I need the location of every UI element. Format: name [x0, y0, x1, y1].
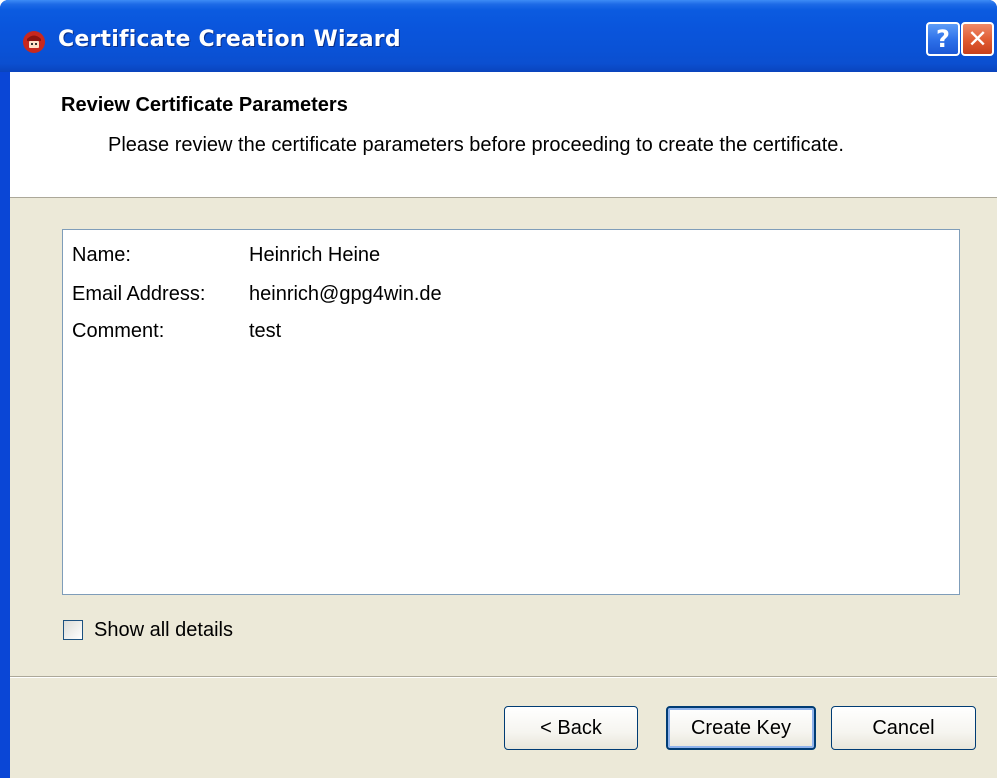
show-all-details-label[interactable]: Show all details	[94, 619, 233, 642]
page-subtitle: Please review the certificate parameters…	[108, 134, 844, 156]
show-all-details-row[interactable]: Show all details	[63, 618, 233, 642]
wizard-window: Certificate Creation Wizard ? ✕ Review C…	[0, 0, 997, 778]
cancel-button[interactable]: Cancel	[831, 706, 976, 750]
close-button[interactable]: ✕	[961, 22, 994, 56]
parameter-label: Email Address:	[72, 283, 206, 305]
parameter-label: Name:	[72, 244, 131, 266]
wizard-header: Review Certificate Parameters Please rev…	[10, 72, 997, 198]
create-key-button[interactable]: Create Key	[666, 706, 816, 750]
back-button[interactable]: < Back	[504, 706, 638, 750]
wizard-client-area: Review Certificate Parameters Please rev…	[10, 72, 997, 778]
parameter-label: Comment:	[72, 320, 165, 342]
title-bar[interactable]: Certificate Creation Wizard ? ✕	[0, 0, 997, 72]
help-button[interactable]: ?	[926, 22, 960, 56]
button-separator	[10, 676, 997, 678]
window-title: Certificate Creation Wizard	[58, 27, 401, 52]
help-icon: ?	[936, 25, 950, 53]
show-all-details-checkbox[interactable]	[63, 620, 83, 640]
page-title: Review Certificate Parameters	[61, 94, 348, 116]
close-icon: ✕	[967, 25, 988, 53]
parameter-value: Heinrich Heine	[249, 244, 381, 266]
parameters-list[interactable]: Name: Heinrich Heine Email Address: hein…	[62, 229, 960, 595]
parameter-value: heinrich@gpg4win.de	[249, 283, 442, 305]
kleopatra-app-icon	[23, 31, 45, 53]
parameter-value: test	[249, 320, 282, 342]
